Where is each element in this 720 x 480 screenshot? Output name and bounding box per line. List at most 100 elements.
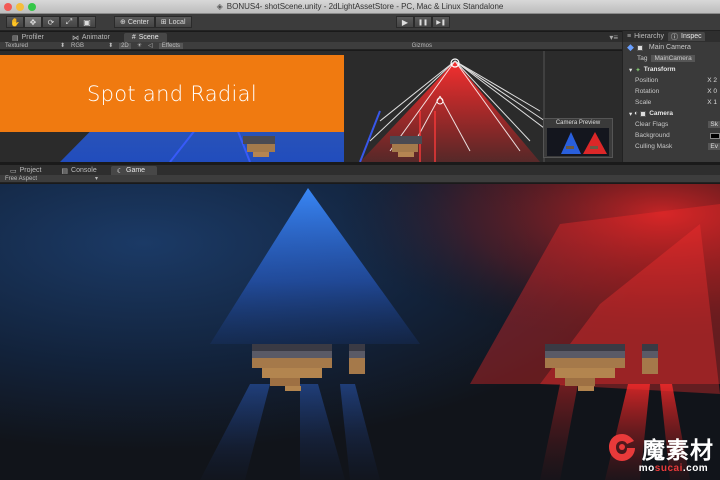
camera-preview-image (547, 128, 609, 156)
2d-mode-toggle[interactable]: 2D (119, 42, 131, 49)
culling-mask-dropdown[interactable]: Ev (708, 143, 720, 150)
move-tool-button[interactable]: ✥ (24, 16, 42, 28)
watermark-url: mosucai.com (638, 463, 709, 474)
aspect-dropdown[interactable]: Free Aspect (5, 176, 37, 182)
camera-icon: ◐ (634, 110, 639, 117)
window-title: BONUS4- shotScene.unity - 2dLightAssetSt… (226, 2, 504, 11)
dirt-block-sprite (642, 344, 658, 374)
chevron-down-icon: ▾ (95, 176, 99, 182)
scale-tool-button[interactable]: ⤢ (60, 16, 78, 28)
tag-dropdown[interactable]: MainCamera (651, 55, 695, 62)
animator-icon: ⋈ (71, 34, 79, 42)
active-checkbox[interactable] (636, 44, 643, 51)
transform-header[interactable]: ▾ ✦ Transform (623, 64, 720, 75)
title-banner: Spot and Radial (0, 55, 344, 132)
maximize-window-button[interactable] (28, 3, 36, 11)
transform-tools: ✋ ✥ ⟳ ⤢ ▣ (6, 16, 96, 28)
rotate-icon: ⟳ (47, 17, 55, 27)
tab-scene[interactable]: # Scene (123, 33, 167, 42)
tab-game[interactable]: ☾ Game (110, 166, 158, 175)
window-titlebar: ◈ BONUS4- shotScene.unity - 2dLightAsset… (0, 0, 720, 14)
watermark-logo-icon (609, 434, 635, 461)
playback-controls: ▶ ❚❚ ▶❚ (396, 16, 451, 28)
panel-menu-icon[interactable]: ▾≡ (609, 33, 618, 42)
chevron-down-icon: ⬍ (108, 43, 114, 49)
clear-flags-dropdown[interactable]: Sk (708, 121, 720, 128)
tab-project[interactable]: ▭ Project (2, 166, 49, 175)
right-panel-tabs: ≡ Hierarchy ⓘ Inspec (623, 31, 720, 42)
transform-icon: ✦ (635, 66, 641, 74)
info-icon: ⓘ (671, 33, 679, 41)
step-icon: ▶❚ (436, 19, 446, 26)
pivot-controls: ⊕ Center ⊞ Local (114, 16, 192, 28)
rect-icon: ▣ (83, 17, 91, 27)
shading-mode-dropdown[interactable]: Textured (5, 43, 28, 49)
scene-toolbar: Textured ⬍ RGB ⬍ 2D ☀ ◁ Effects Gizmos (0, 42, 622, 50)
object-name-field[interactable]: Main Camera (649, 44, 691, 51)
game-toolbar: Free Aspect ▾ (0, 175, 720, 183)
top-tabbar: ▤ Profiler ⋈ Animator # Scene ▾≡ (0, 32, 622, 42)
hand-tool-button[interactable]: ✋ (6, 16, 24, 28)
rotate-tool-button[interactable]: ⟳ (42, 16, 60, 28)
cube-icon: ◆ (627, 42, 634, 52)
rotation-row: Rotation X 0 (623, 86, 720, 97)
chevron-down-icon: ⬍ (60, 43, 66, 49)
minimize-window-button[interactable] (16, 3, 24, 11)
scene-lighting-icon[interactable]: ☀ (137, 42, 142, 49)
tag-row: Tag MainCamera (623, 53, 720, 64)
scale-x-field[interactable]: X 1 (707, 99, 720, 106)
rect-tool-button[interactable]: ▣ (78, 16, 96, 28)
clear-flags-row: Clear Flags Sk (635, 121, 720, 128)
position-row: Position X 2 (623, 75, 720, 86)
hierarchy-icon: ≡ (627, 33, 632, 40)
tab-profiler[interactable]: ▤ Profiler (4, 33, 52, 42)
culling-mask-row: Culling Mask Ev (635, 143, 720, 150)
camera-preview: Camera Preview (543, 118, 613, 158)
dirt-block-sprite (349, 344, 365, 374)
profiler-icon: ▤ (12, 34, 19, 42)
game-icon: ☾ (116, 167, 124, 175)
pivot-local-button[interactable]: ⊞ Local (154, 16, 192, 28)
scale-row: Scale X 1 (623, 97, 720, 108)
position-x-field[interactable]: X 2 (707, 77, 720, 84)
watermark-text: 魔素材 (642, 438, 714, 464)
background-color-swatch[interactable] (710, 132, 720, 139)
tab-hierarchy[interactable]: ≡ Hierarchy (623, 32, 668, 41)
object-header: ◆ Main Camera (623, 42, 720, 53)
watermark: 魔素材 mosucai.com (605, 431, 714, 474)
inspector-panel: ≡ Hierarchy ⓘ Inspec ◆ Main Camera Tag Mai… (622, 31, 720, 162)
camera-preview-label: Camera Preview (555, 120, 601, 126)
rotation-x-field[interactable]: X 0 (707, 88, 720, 95)
play-icon: ▶ (401, 17, 409, 27)
tab-console[interactable]: ▤ Console (53, 166, 104, 175)
close-window-button[interactable] (4, 3, 12, 11)
unity-document-icon: ◈ (216, 2, 223, 11)
window-controls (4, 3, 36, 11)
pause-icon: ❚❚ (418, 19, 429, 26)
tab-inspector[interactable]: ⓘ Inspec (668, 32, 705, 41)
step-button[interactable]: ▶❚ (432, 16, 451, 28)
console-icon: ▤ (61, 167, 69, 175)
folder-icon: ▭ (10, 167, 17, 175)
background-row: Background (623, 130, 720, 141)
bottom-tabbar: ▭ Project ▤ Console ☾ Game (0, 165, 720, 175)
pause-button[interactable]: ❚❚ (414, 16, 433, 28)
hand-icon: ✋ (10, 17, 20, 27)
scale-icon: ⤢ (65, 17, 73, 26)
play-button[interactable]: ▶ (396, 16, 414, 28)
chevron-down-icon: ▾ (629, 66, 633, 74)
main-toolbar: ✋ ✥ ⟳ ⤢ ▣ ⊕ Center ⊞ Local ▶ ❚❚ ▶❚ (0, 14, 720, 31)
pivot-center-button[interactable]: ⊕ Center (114, 16, 155, 28)
pivot-icon: ⊕ (120, 19, 126, 26)
move-icon: ✥ (29, 17, 37, 27)
effects-dropdown[interactable]: Effects (158, 42, 184, 49)
local-space-icon: ⊞ (160, 19, 167, 26)
chevron-down-icon: ▾ (629, 110, 633, 118)
scene-audio-icon[interactable]: ◁ (148, 42, 153, 49)
camera-enabled-checkbox[interactable] (640, 110, 647, 117)
camera-component-header[interactable]: ▾ ◐ Camera (623, 108, 720, 119)
tab-animator[interactable]: ⋈ Animator (64, 33, 118, 42)
scene-icon: # (131, 34, 136, 41)
gizmos-dropdown[interactable]: Gizmos (412, 43, 432, 49)
render-mode-dropdown[interactable]: RGB (71, 43, 84, 49)
